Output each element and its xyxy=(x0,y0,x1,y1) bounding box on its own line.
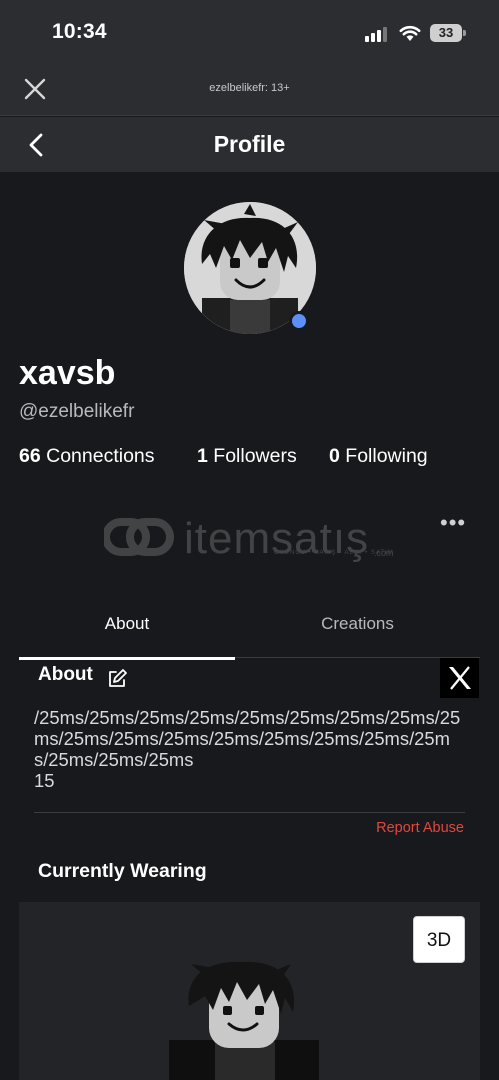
watermark-logo-icon xyxy=(102,518,174,556)
page-title: Profile xyxy=(213,131,286,157)
view-3d-button[interactable]: 3D xyxy=(413,916,465,963)
tab-about[interactable]: About xyxy=(19,600,235,660)
followers-count: 1 xyxy=(197,445,208,467)
edit-icon[interactable] xyxy=(106,668,128,690)
following-count: 0 xyxy=(329,445,340,467)
status-bar: 10:34 33 xyxy=(0,0,499,62)
currently-wearing-heading: Currently Wearing xyxy=(38,860,207,882)
nav-bar: Profile xyxy=(0,117,499,172)
status-time: 10:34 xyxy=(52,20,107,43)
site-label: ezelbelikefr: 13+ xyxy=(209,82,290,94)
following-label: Following xyxy=(345,445,428,467)
x-logo-icon xyxy=(449,666,471,690)
about-bio: /25ms/25ms/25ms/25ms/25ms/25ms/25ms/25ms… xyxy=(34,707,461,791)
battery-tip xyxy=(463,30,466,36)
about-heading: About xyxy=(38,664,93,685)
browser-bar: ezelbelikefr: 13+ xyxy=(0,62,499,116)
watermark-domain: .com xyxy=(374,548,394,558)
connections-count: 66 xyxy=(19,445,41,467)
more-options-button[interactable]: ••• xyxy=(440,512,468,540)
x-share-button[interactable] xyxy=(440,658,479,698)
profile-tabs: About Creations xyxy=(19,600,480,660)
connections-stat[interactable]: 66 Connections xyxy=(19,445,155,468)
following-stat[interactable]: 0 Following xyxy=(329,445,428,468)
connections-label: Connections xyxy=(46,445,155,467)
followers-stat[interactable]: 1 Followers xyxy=(197,445,297,468)
avatar-3d-figure-icon xyxy=(169,961,319,1080)
cellular-signal-icon xyxy=(365,26,389,42)
username: @ezelbelikefr xyxy=(19,401,135,422)
display-name: xavsb xyxy=(19,354,116,392)
report-abuse-link[interactable]: Report Abuse xyxy=(376,820,464,836)
wifi-icon xyxy=(399,25,421,41)
battery-icon: 33 xyxy=(430,24,462,42)
avatar-preview-panel[interactable] xyxy=(19,902,480,1080)
tab-creations[interactable]: Creations xyxy=(235,600,480,658)
divider xyxy=(34,812,465,813)
online-status-indicator xyxy=(289,311,309,331)
followers-label: Followers xyxy=(213,445,297,467)
watermark-text: itemsatış xyxy=(184,514,370,563)
watermark: itemsatış OYUNCU • SATIŞ • ALIM • SATIM … xyxy=(102,512,404,563)
